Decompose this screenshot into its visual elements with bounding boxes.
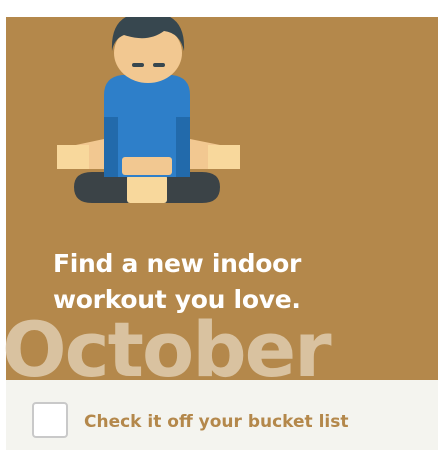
shirt-shade-right xyxy=(176,117,190,177)
left-foot xyxy=(127,175,167,203)
right-hand xyxy=(208,145,240,169)
left-hand xyxy=(57,145,89,169)
top-margin xyxy=(0,0,438,17)
shirt-shade-left xyxy=(104,117,118,177)
bucket-list-checkbox[interactable] xyxy=(32,402,68,438)
lap-hands xyxy=(122,157,172,175)
checkbox-label[interactable]: Check it off your bucket list xyxy=(84,411,349,433)
left-eye xyxy=(132,63,144,67)
meditating-person-icon xyxy=(57,17,240,203)
bucket-list-footer: Check it off your bucket list xyxy=(6,380,438,450)
right-eye xyxy=(153,63,165,67)
